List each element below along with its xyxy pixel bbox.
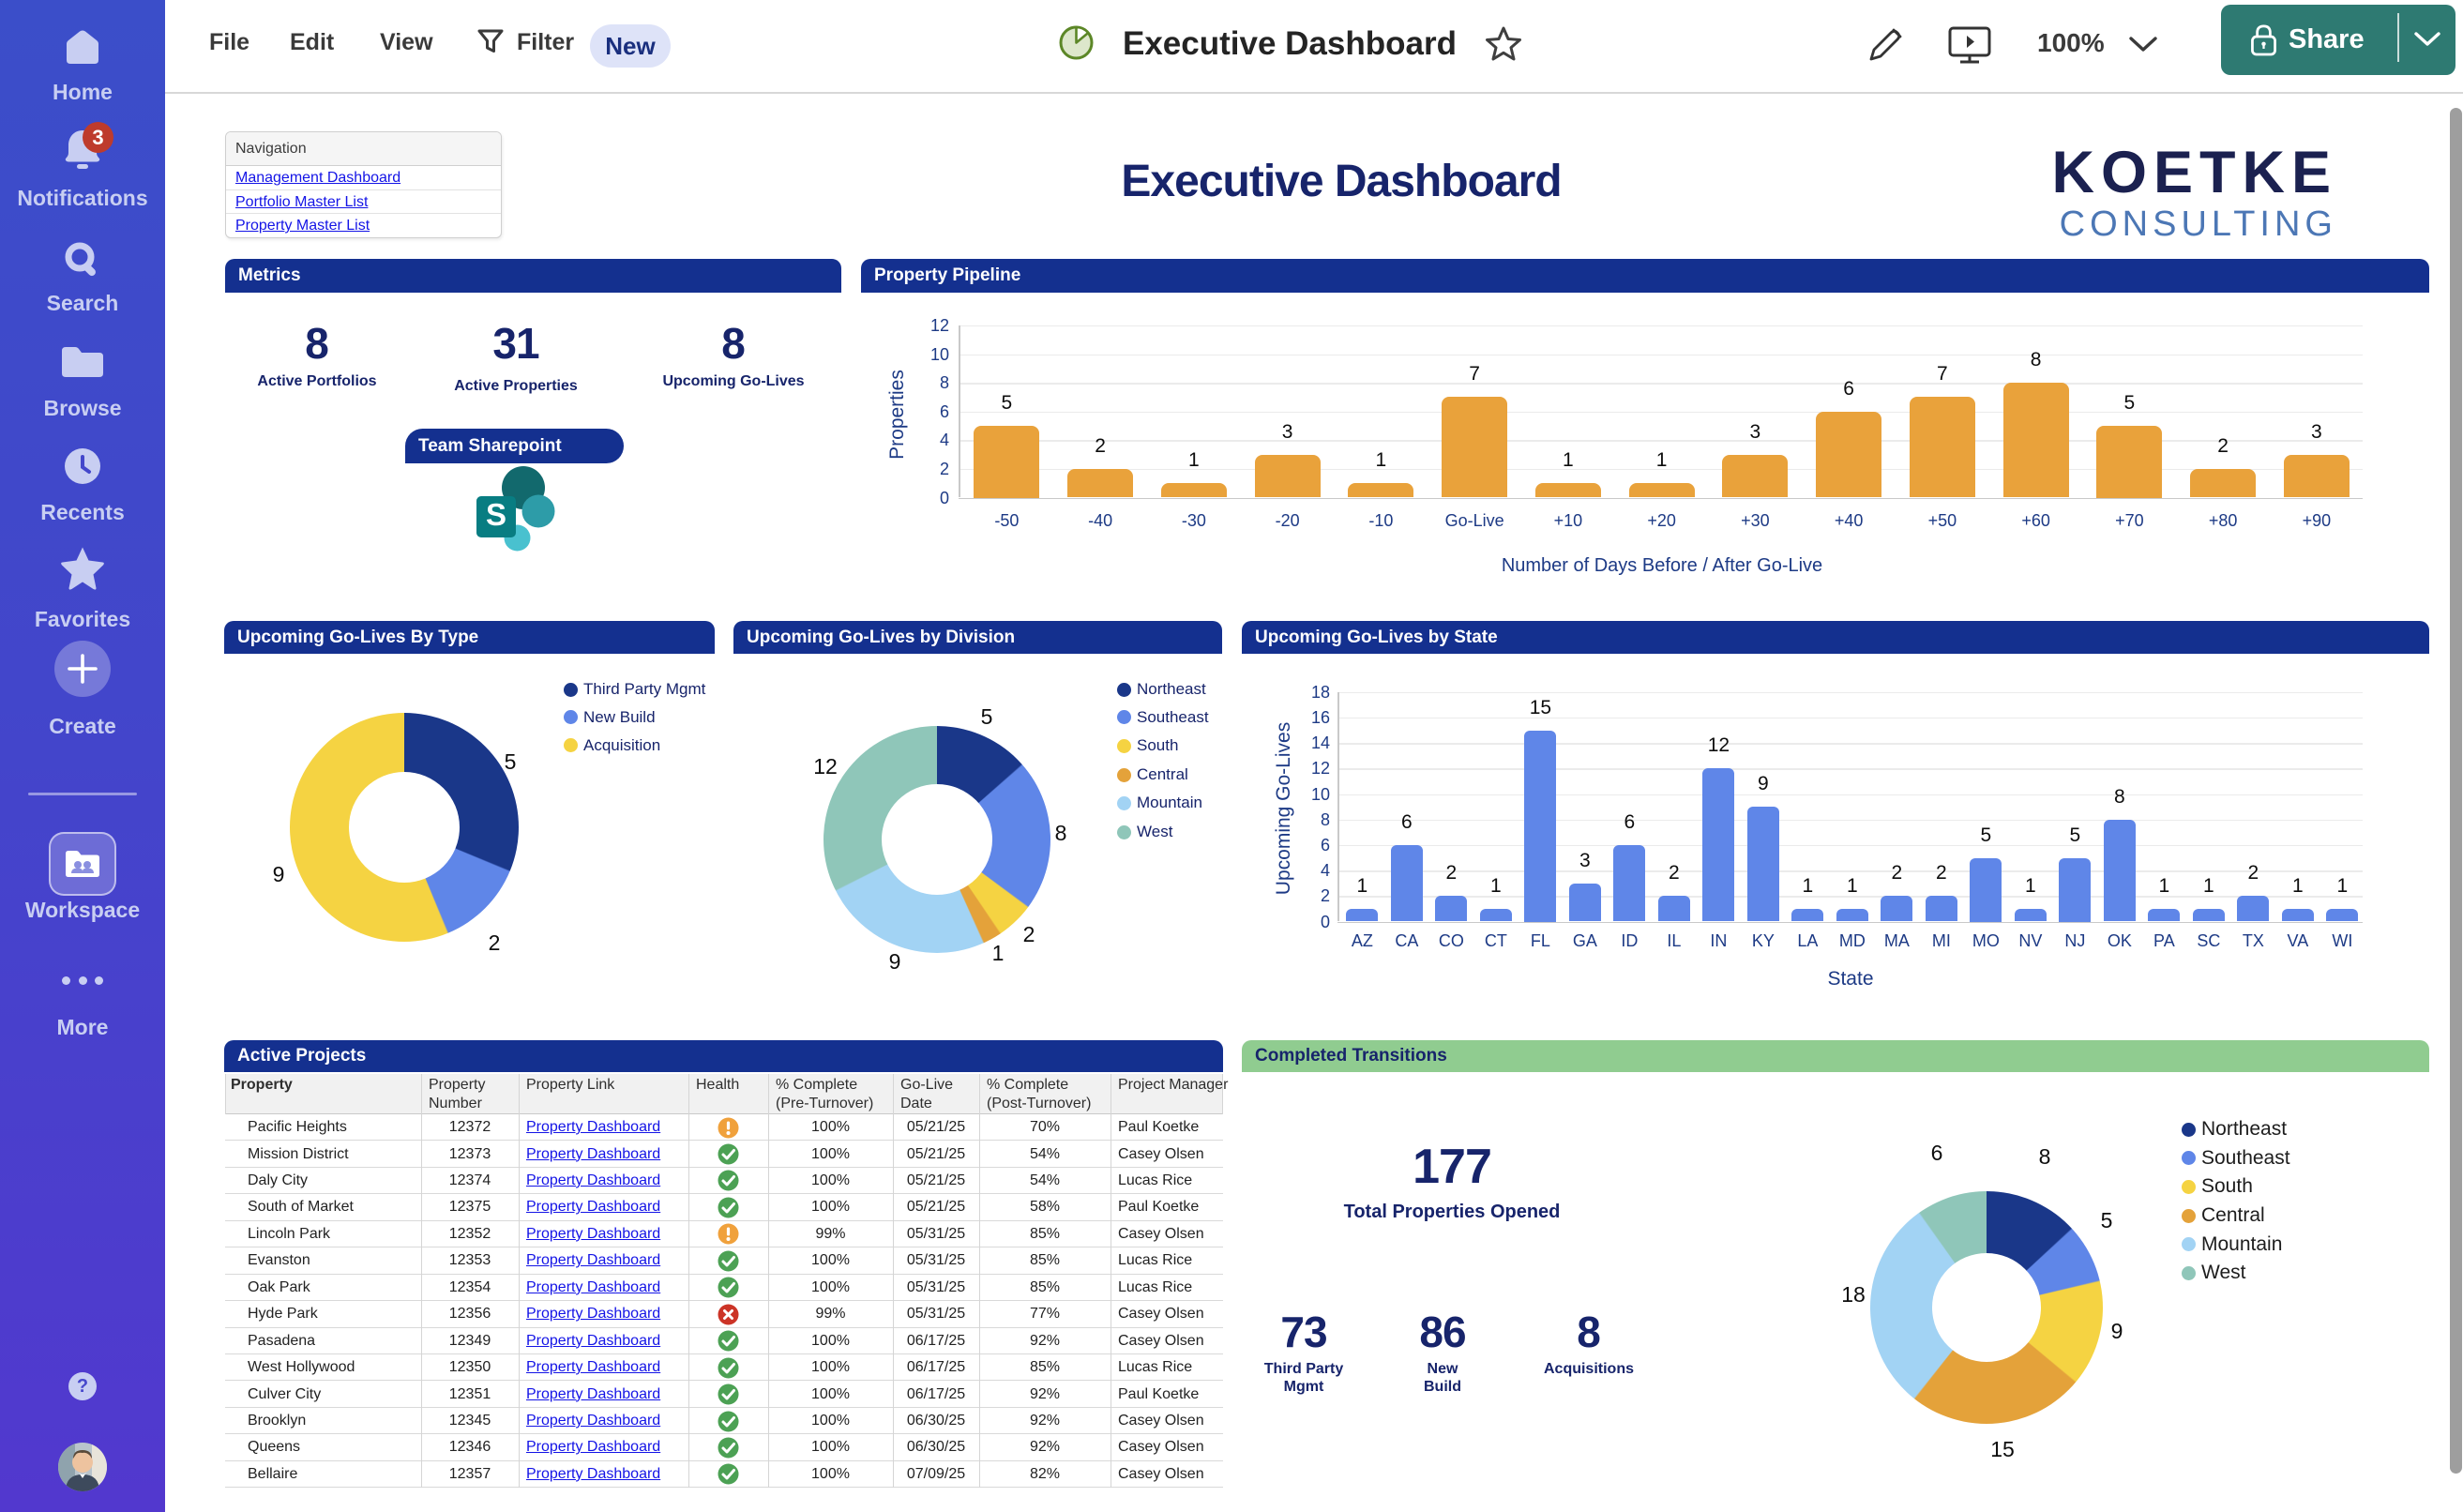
svg-text:S: S	[486, 497, 506, 532]
